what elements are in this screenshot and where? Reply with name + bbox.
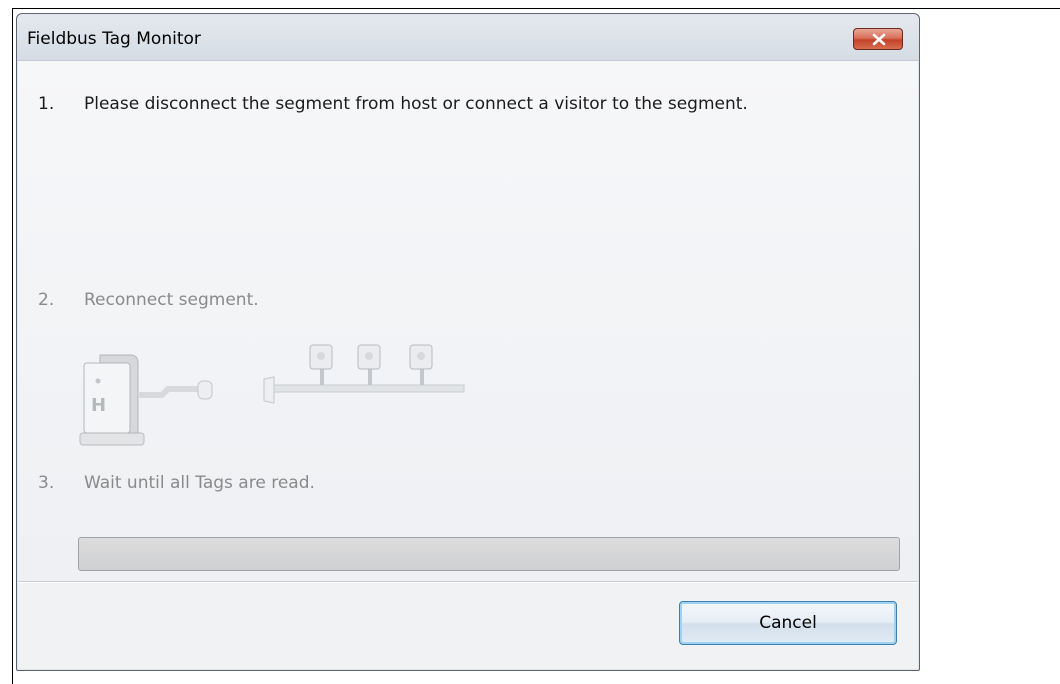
progress-bar <box>78 537 900 571</box>
close-icon <box>872 33 886 46</box>
cancel-button[interactable]: Cancel <box>679 601 897 645</box>
step-text: Please disconnect the segment from host … <box>84 94 748 114</box>
title-bar[interactable]: Fieldbus Tag Monitor <box>17 14 919 61</box>
document-frame-top <box>12 8 1060 9</box>
dialog-window: Fieldbus Tag Monitor 1. Please disconnec… <box>16 13 920 671</box>
step-number: 2. <box>38 290 55 310</box>
step-number: 1. <box>38 94 55 114</box>
segment-illustration: H <box>79 344 465 446</box>
host-cable <box>138 380 213 400</box>
host-icon: H <box>79 354 145 446</box>
field-device-icon <box>357 344 381 385</box>
close-button[interactable] <box>853 28 903 50</box>
dialog-content: 1. Please disconnect the segment from ho… <box>18 61 918 581</box>
host-label: H <box>91 395 106 416</box>
step-text: Wait until all Tags are read. <box>84 473 315 493</box>
field-device-icon <box>409 344 433 385</box>
window-title: Fieldbus Tag Monitor <box>27 29 201 49</box>
document-frame-left <box>12 8 13 684</box>
step-number: 3. <box>38 473 55 493</box>
step-text: Reconnect segment. <box>84 290 259 310</box>
field-device-icon <box>309 344 333 385</box>
segment-trunk <box>263 376 465 404</box>
